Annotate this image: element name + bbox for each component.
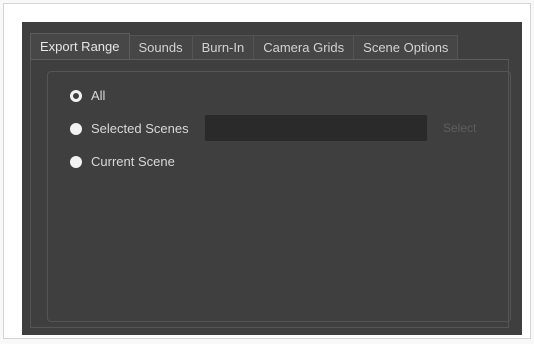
radio-all[interactable] (70, 89, 82, 102)
option-selected-scenes[interactable]: Selected Scenes (70, 121, 189, 136)
selected-scenes-field[interactable] (205, 115, 427, 141)
option-selected-scenes-label: Selected Scenes (91, 121, 189, 136)
tab-burn-in[interactable]: Burn-In (191, 35, 255, 59)
radio-selected-scenes[interactable] (70, 122, 82, 135)
screenshot-frame: Export Range Sounds Burn-In Camera Grids… (3, 3, 531, 339)
option-current-scene-label: Current Scene (91, 154, 175, 169)
option-all-label: All (91, 88, 106, 103)
tab-sounds[interactable]: Sounds (128, 35, 193, 59)
tab-export-range[interactable]: Export Range (30, 33, 130, 59)
select-scenes-button[interactable]: Select (443, 121, 476, 135)
tab-bar: Export Range Sounds Burn-In Camera Grids… (30, 33, 459, 59)
export-range-group: All Selected Scenes Select Current Scene (47, 71, 511, 322)
export-range-tab-content: All Selected Scenes Select Current Scene (30, 59, 511, 328)
tab-camera-grids[interactable]: Camera Grids (253, 35, 355, 59)
radio-current-scene[interactable] (70, 155, 82, 168)
option-all[interactable]: All (70, 88, 105, 103)
tab-scene-options[interactable]: Scene Options (353, 35, 459, 59)
export-dialog-panel: Export Range Sounds Burn-In Camera Grids… (22, 22, 522, 335)
option-current-scene[interactable]: Current Scene (70, 154, 175, 169)
